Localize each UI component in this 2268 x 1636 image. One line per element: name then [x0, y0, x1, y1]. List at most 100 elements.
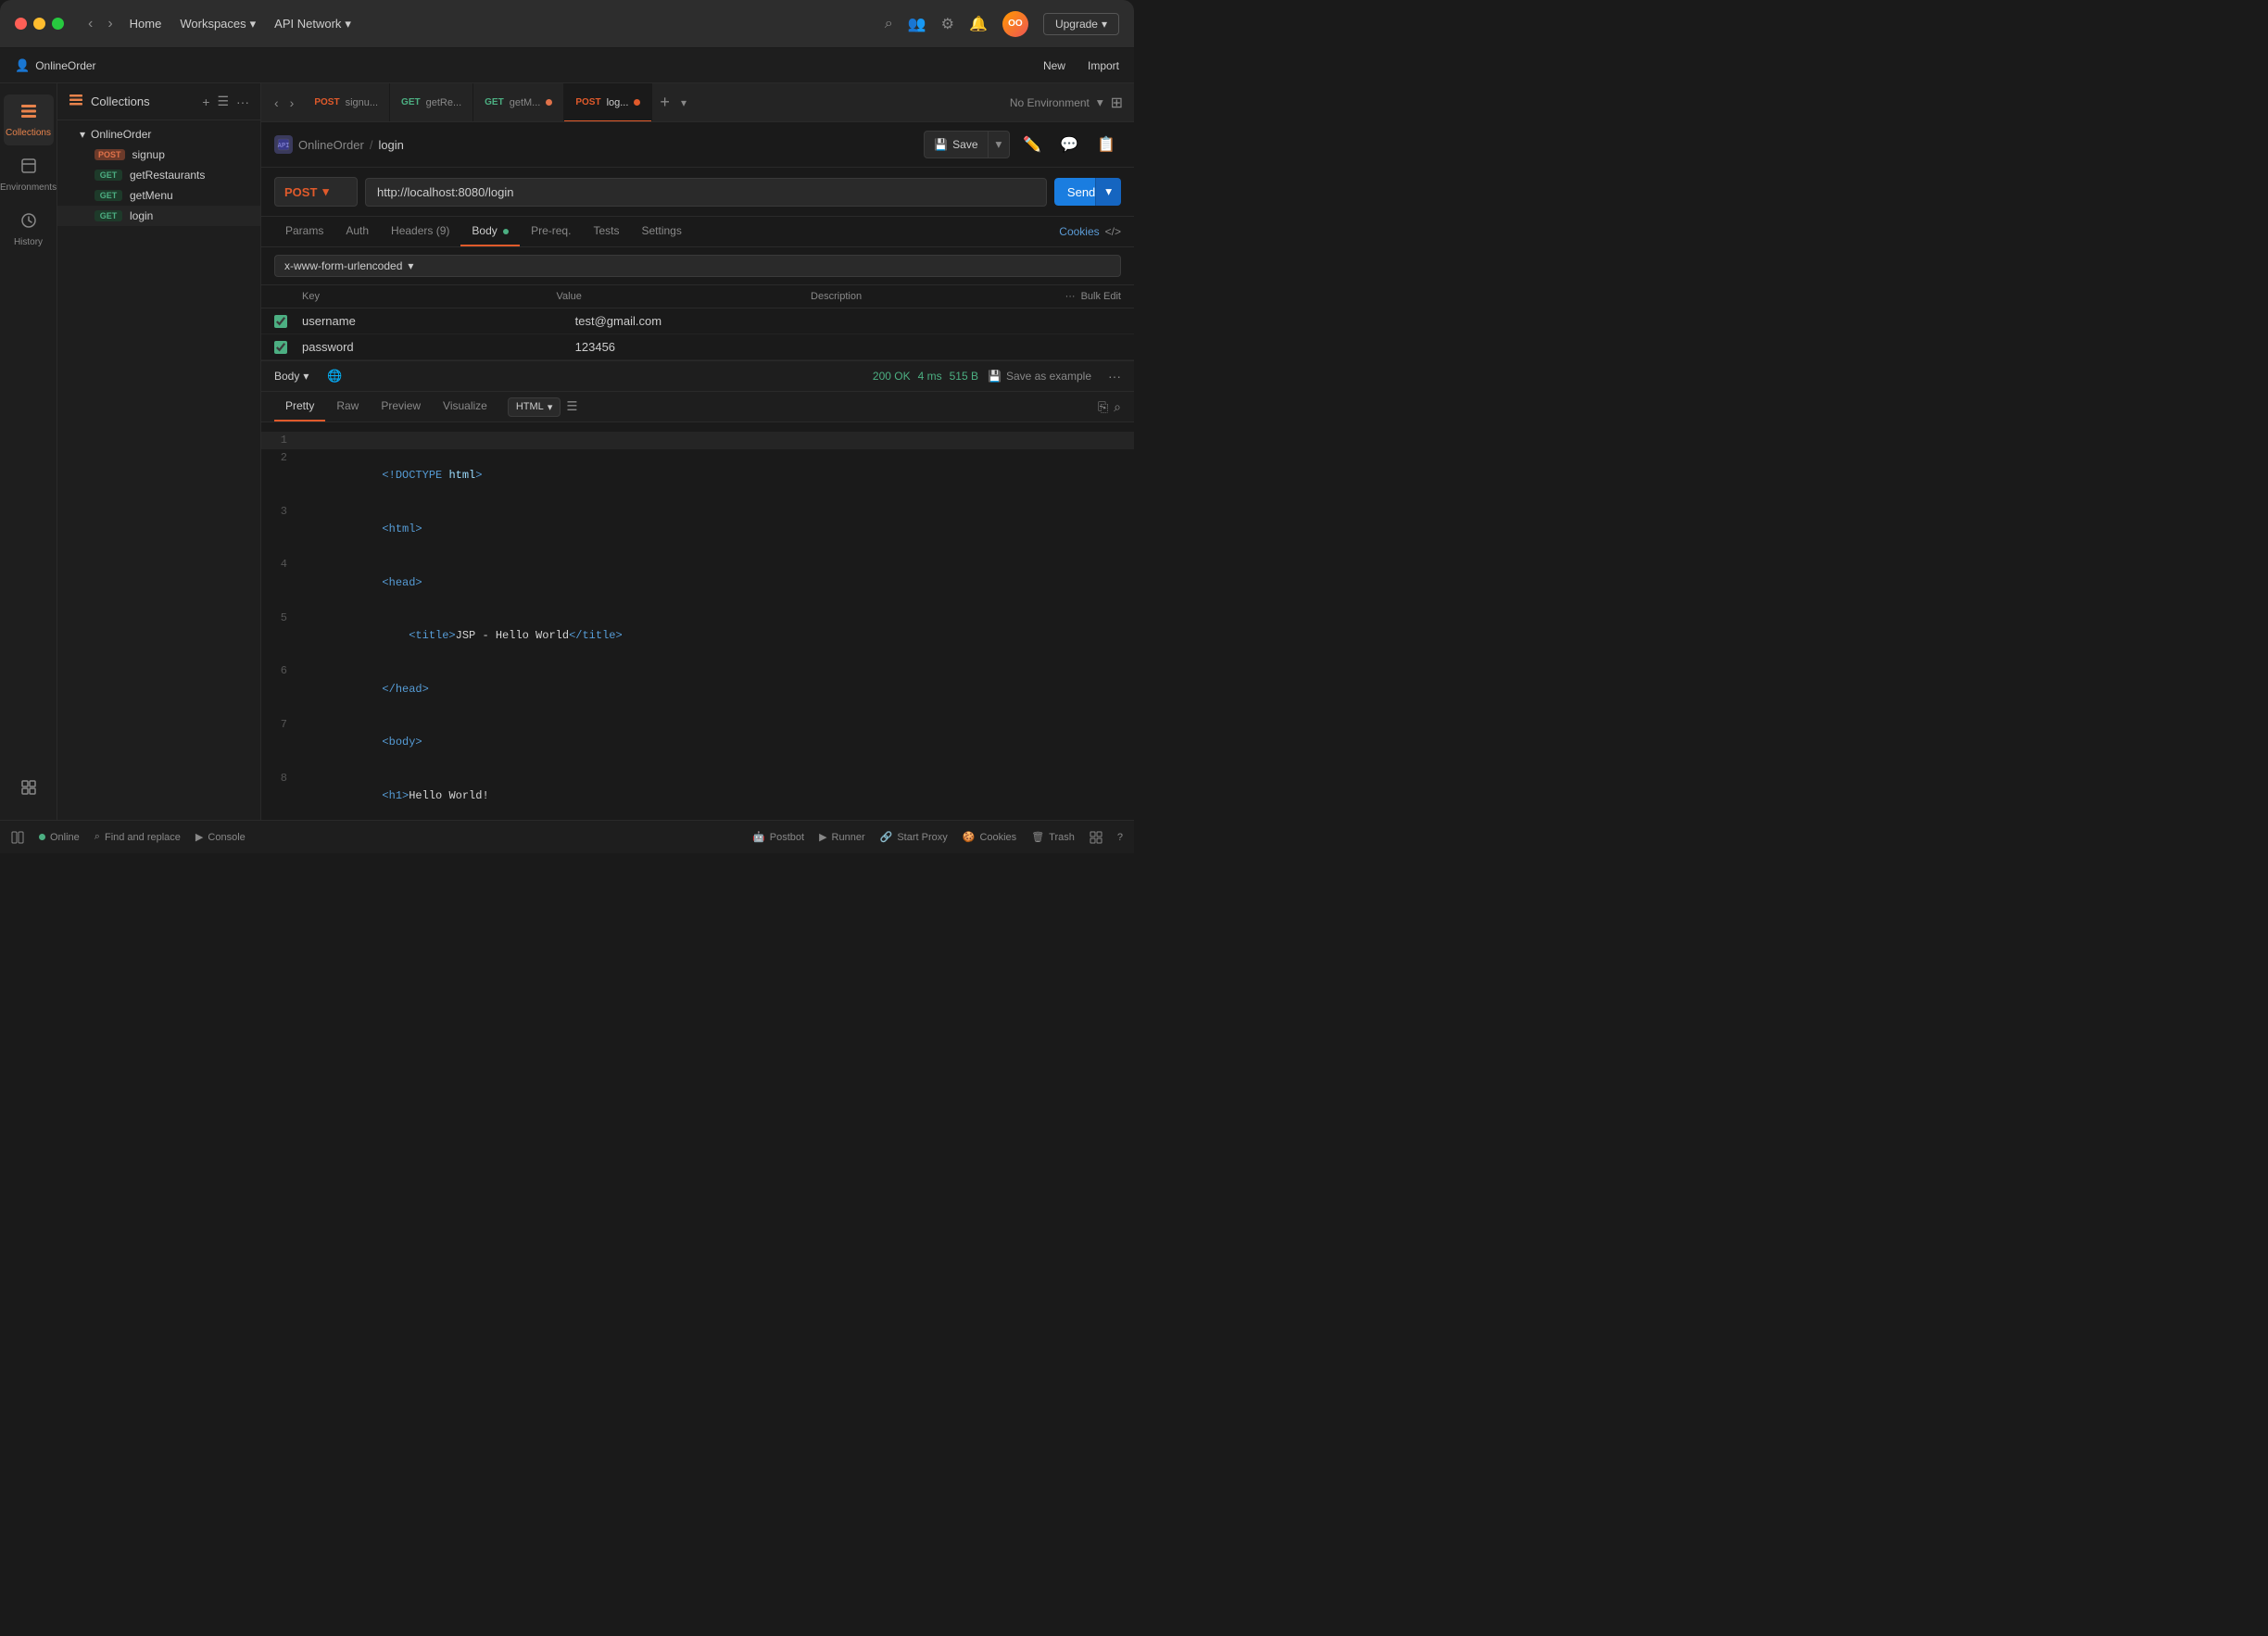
request-name: getMenu — [130, 189, 173, 202]
tab-headers[interactable]: Headers (9) — [380, 217, 460, 246]
minimize-button[interactable] — [33, 18, 45, 30]
tab-body[interactable]: Body — [460, 217, 520, 246]
tab-auth[interactable]: Auth — [334, 217, 380, 246]
workspace-actions: New Import — [1036, 56, 1127, 76]
filter-collections-button[interactable]: ☰ — [217, 94, 229, 109]
list-item[interactable]: POST signup — [57, 145, 260, 165]
sidebar-item-history[interactable]: History — [4, 204, 54, 255]
list-item[interactable]: GET getRestaurants — [57, 165, 260, 185]
code-line: 3 <html> — [261, 503, 1134, 557]
proxy-icon: 🔗 — [880, 831, 893, 843]
settings-icon[interactable]: ⚙ — [941, 15, 954, 33]
import-button[interactable]: Import — [1080, 56, 1127, 76]
add-collection-button[interactable]: + — [202, 94, 209, 109]
history-label: History — [14, 237, 43, 247]
environment-dropdown-button[interactable]: ▾ — [1097, 95, 1103, 110]
response-body-chevron-icon[interactable]: ▾ — [303, 370, 309, 383]
new-button[interactable]: New — [1036, 56, 1073, 76]
folder-label: OnlineOrder — [91, 128, 151, 141]
res-tab-raw[interactable]: Raw — [325, 392, 370, 422]
save-button[interactable]: 💾 Save — [925, 132, 987, 157]
request-name: getRestaurants — [130, 169, 205, 182]
res-tab-preview[interactable]: Preview — [370, 392, 432, 422]
row-checkbox-username[interactable] — [274, 315, 287, 328]
list-item[interactable]: GET login — [57, 206, 260, 226]
status-bar-layout-icon[interactable] — [11, 831, 24, 844]
copy-response-button[interactable]: ⎘ — [1098, 399, 1108, 415]
save-example-icon: 💾 — [988, 370, 1002, 383]
search-small-icon: ⌕ — [94, 831, 100, 843]
add-tab-button[interactable]: + — [652, 89, 677, 116]
notifications-icon[interactable]: 🔔 — [969, 15, 988, 33]
send-button[interactable]: Send — [1054, 178, 1095, 206]
res-tab-pretty[interactable]: Pretty — [274, 392, 325, 422]
method-select[interactable]: POST ▾ — [274, 177, 358, 207]
tab-prereq[interactable]: Pre-req. — [520, 217, 582, 246]
sidebar-item-environments[interactable]: Environments — [4, 149, 54, 200]
start-proxy-button[interactable]: 🔗 Start Proxy — [880, 831, 948, 843]
save-example-button[interactable]: 💾 Save as example — [988, 370, 1091, 383]
find-replace-button[interactable]: ⌕ Find and replace — [94, 831, 181, 843]
traffic-lights — [15, 18, 64, 30]
send-dropdown-button[interactable]: ▾ — [1095, 178, 1121, 206]
avatar[interactable]: OO — [1002, 11, 1028, 37]
environment-settings-button[interactable]: ⊞ — [1111, 94, 1123, 112]
info-button[interactable]: 📋 — [1091, 130, 1121, 159]
runner-button[interactable]: ▶ Runner — [819, 831, 865, 843]
search-response-button[interactable]: ⌕ — [1114, 399, 1121, 415]
tab-tests[interactable]: Tests — [582, 217, 630, 246]
tab-unsaved-dot — [634, 99, 640, 106]
edit-button[interactable]: ✏️ — [1017, 130, 1047, 159]
list-item[interactable]: GET getMenu — [57, 185, 260, 206]
form-key-password: password — [302, 340, 575, 354]
back-button[interactable]: ‹ — [82, 12, 98, 36]
save-button-group: 💾 Save ▾ — [924, 131, 1010, 158]
code-view-button[interactable]: </> — [1105, 225, 1121, 238]
more-response-button[interactable]: ··· — [1108, 369, 1121, 384]
row-checkbox-password[interactable] — [274, 341, 287, 354]
forward-button[interactable]: › — [102, 12, 118, 36]
status-bar-right: 🤖 Postbot ▶ Runner 🔗 Start Proxy 🍪 Cooki… — [752, 831, 1123, 844]
cookies-status-button[interactable]: 🍪 Cookies — [963, 831, 1016, 843]
tab-back-button[interactable]: ‹ — [271, 92, 283, 114]
tab-login[interactable]: POST log... — [564, 83, 652, 122]
postbot-button[interactable]: 🤖 Postbot — [752, 831, 804, 843]
api-network-chevron-icon: ▾ — [345, 17, 351, 31]
form-data-table: Key Value Description ··· Bulk Edit user… — [261, 285, 1134, 360]
tab-settings[interactable]: Settings — [630, 217, 692, 246]
body-type-select[interactable]: x-www-form-urlencoded ▾ — [274, 255, 1121, 277]
tab-signup[interactable]: POST signu... — [303, 83, 390, 122]
upgrade-button[interactable]: Upgrade ▾ — [1043, 13, 1119, 35]
tabs-dropdown-button[interactable]: ▾ — [677, 93, 690, 113]
workspaces-menu[interactable]: Workspaces ▾ — [180, 17, 256, 31]
res-tab-visualize[interactable]: Visualize — [432, 392, 498, 422]
sidebar-item-more[interactable] — [4, 771, 54, 809]
tab-forward-button[interactable]: › — [286, 92, 298, 114]
tab-params[interactable]: Params — [274, 217, 334, 246]
home-link[interactable]: Home — [130, 17, 162, 31]
description-button[interactable]: 💬 — [1054, 130, 1084, 159]
format-select[interactable]: HTML ▾ — [508, 397, 561, 417]
save-dropdown-button[interactable]: ▾ — [988, 132, 1010, 157]
tab-bar-nav: ‹ › — [265, 92, 303, 114]
tab-getmenu[interactable]: GET getM... — [473, 83, 564, 122]
trash-button[interactable]: 🗑 Trash — [1031, 831, 1075, 843]
wrap-toggle-button[interactable]: ☰ — [566, 399, 577, 414]
close-button[interactable] — [15, 18, 27, 30]
help-button[interactable]: ? — [1117, 832, 1123, 843]
invite-icon[interactable]: 👥 — [908, 15, 926, 33]
tab-getrestaurants[interactable]: GET getRe... — [390, 83, 473, 122]
cookies-link[interactable]: Cookies — [1059, 225, 1099, 238]
grid-button[interactable] — [1090, 831, 1102, 844]
maximize-button[interactable] — [52, 18, 64, 30]
bulk-edit-btn[interactable]: ··· Bulk Edit — [1065, 291, 1121, 302]
search-icon[interactable]: ⌕ — [885, 16, 893, 32]
collection-folder-onlineorder[interactable]: ▾ OnlineOrder — [57, 124, 260, 145]
status-online[interactable]: Online — [39, 832, 80, 843]
more-collections-button[interactable]: ··· — [236, 94, 249, 109]
titlebar-menu: Home Workspaces ▾ API Network ▾ — [130, 17, 874, 31]
api-network-menu[interactable]: API Network ▾ — [274, 17, 351, 31]
console-button[interactable]: ▶ Console — [195, 831, 246, 843]
url-input[interactable] — [365, 178, 1047, 207]
sidebar-item-collections[interactable]: Collections — [4, 94, 54, 145]
